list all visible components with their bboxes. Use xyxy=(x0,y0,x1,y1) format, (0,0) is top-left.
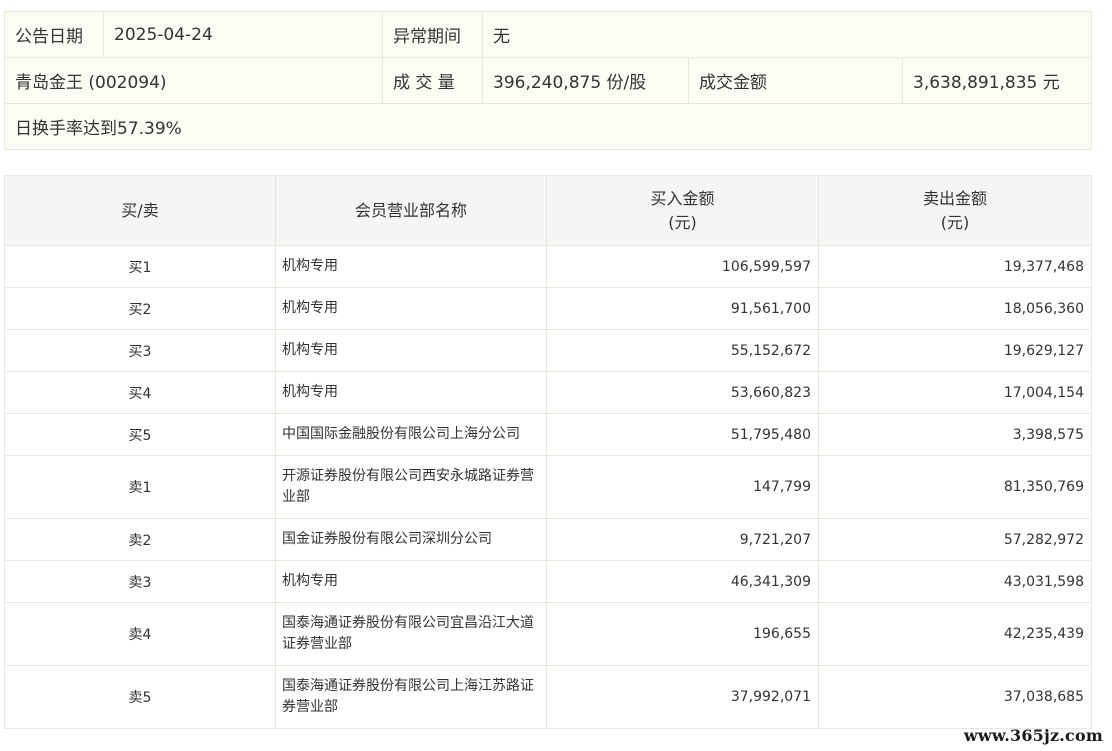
row-side: 买1 xyxy=(4,245,276,288)
row-sell-amount: 81,350,769 xyxy=(818,455,1092,519)
header-sell-title: 卖出金额 xyxy=(922,188,987,208)
row-side: 卖1 xyxy=(4,455,276,519)
table-row: 买5 中国国际金融股份有限公司上海分公司 51,795,480 3,398,57… xyxy=(4,413,1092,456)
table-row: 卖2 国金证券股份有限公司深圳分公司 9,721,207 57,282,972 xyxy=(4,518,1092,561)
row-member: 机构专用 xyxy=(275,371,547,414)
row-member: 国金证券股份有限公司深圳分公司 xyxy=(275,518,547,561)
row-buy-amount: 91,561,700 xyxy=(546,287,819,330)
row-sell-amount: 18,056,360 xyxy=(818,287,1092,330)
row-buy-amount: 106,599,597 xyxy=(546,245,819,288)
amount-value: 3,638,891,835 元 xyxy=(901,57,1093,104)
table-row: 买3 机构专用 55,152,672 19,629,127 xyxy=(4,329,1092,372)
row-sell-amount: 57,282,972 xyxy=(818,518,1092,561)
info-row-trade: 青岛金王 (002094) 成 交 量 396,240,875 份/股 成交金额… xyxy=(4,57,1093,104)
row-member: 中国国际金融股份有限公司上海分公司 xyxy=(275,413,547,456)
table-row: 买2 机构专用 91,561,700 18,056,360 xyxy=(4,287,1092,330)
row-sell-amount: 19,377,468 xyxy=(818,245,1092,288)
row-side: 买5 xyxy=(4,413,276,456)
volume-label: 成 交 量 xyxy=(382,57,483,104)
table-row: 卖3 机构专用 46,341,309 43,031,598 xyxy=(4,560,1092,603)
row-member: 国泰海通证券股份有限公司上海江苏路证券营业部 xyxy=(275,665,547,729)
info-row-date: 公告日期 2025-04-24 异常期间 无 xyxy=(4,11,1093,58)
row-sell-amount: 19,629,127 xyxy=(818,329,1092,372)
row-member: 机构专用 xyxy=(275,245,547,288)
table-header-row: 买/卖 会员营业部名称 买入金额 (元) 卖出金额 (元) xyxy=(4,175,1092,246)
row-buy-amount: 147,799 xyxy=(546,455,819,519)
table-row: 卖4 国泰海通证券股份有限公司宜昌沿江大道证券营业部 196,655 42,23… xyxy=(4,602,1092,666)
header-buy-title: 买入金额 xyxy=(650,188,715,208)
row-side: 买3 xyxy=(4,329,276,372)
row-sell-amount: 37,038,685 xyxy=(818,665,1092,729)
table-row: 买4 机构专用 53,660,823 17,004,154 xyxy=(4,371,1092,414)
row-buy-amount: 53,660,823 xyxy=(546,371,819,414)
row-buy-amount: 37,992,071 xyxy=(546,665,819,729)
row-sell-amount: 3,398,575 xyxy=(818,413,1092,456)
volume-value: 396,240,875 份/股 xyxy=(482,57,689,104)
header-sell-unit: (元) xyxy=(940,212,970,232)
row-side: 卖4 xyxy=(4,602,276,666)
row-buy-amount: 9,721,207 xyxy=(546,518,819,561)
row-sell-amount: 42,235,439 xyxy=(818,602,1092,666)
stock-name: 青岛金王 (002094) xyxy=(4,57,383,104)
row-side: 买2 xyxy=(4,287,276,330)
listing-reason: 日换手率达到57.39% xyxy=(3,103,1093,150)
announce-date-value: 2025-04-24 xyxy=(103,11,383,58)
header-sell-amount: 卖出金额 (元) xyxy=(818,175,1092,246)
row-member: 机构专用 xyxy=(275,560,547,603)
announce-date-label: 公告日期 xyxy=(4,11,104,58)
row-member: 国泰海通证券股份有限公司宜昌沿江大道证券营业部 xyxy=(275,602,547,666)
row-side: 卖2 xyxy=(4,518,276,561)
stock-info-table: 公告日期 2025-04-24 异常期间 无 青岛金王 (002094) 成 交… xyxy=(3,11,1093,150)
abnormal-period-label: 异常期间 xyxy=(382,11,483,58)
amount-label: 成交金额 xyxy=(688,57,903,104)
header-member: 会员营业部名称 xyxy=(275,175,547,246)
row-sell-amount: 17,004,154 xyxy=(818,371,1092,414)
header-side: 买/卖 xyxy=(4,175,276,246)
row-side: 买4 xyxy=(4,371,276,414)
row-buy-amount: 55,152,672 xyxy=(546,329,819,372)
row-sell-amount: 43,031,598 xyxy=(818,560,1092,603)
header-buy-unit: (元) xyxy=(668,212,697,232)
row-member: 机构专用 xyxy=(275,329,547,372)
row-member: 开源证券股份有限公司西安永城路证券营业部 xyxy=(275,455,547,519)
header-buy-amount: 买入金额 (元) xyxy=(546,175,819,246)
table-row: 卖1 开源证券股份有限公司西安永城路证券营业部 147,799 81,350,7… xyxy=(4,455,1092,519)
dragon-tiger-table: 买/卖 会员营业部名称 买入金额 (元) 卖出金额 (元) 买1 机构专用 10… xyxy=(4,175,1092,729)
row-buy-amount: 51,795,480 xyxy=(546,413,819,456)
info-row-reason: 日换手率达到57.39% xyxy=(3,103,1093,150)
table-row: 卖5 国泰海通证券股份有限公司上海江苏路证券营业部 37,992,071 37,… xyxy=(4,665,1092,729)
site-watermark: www.365jz.com xyxy=(963,726,1103,745)
abnormal-period-value: 无 xyxy=(481,11,1093,58)
row-buy-amount: 46,341,309 xyxy=(546,560,819,603)
row-buy-amount: 196,655 xyxy=(546,602,819,666)
row-member: 机构专用 xyxy=(275,287,547,330)
row-side: 卖5 xyxy=(4,665,276,729)
table-row: 买1 机构专用 106,599,597 19,377,468 xyxy=(4,245,1092,288)
row-side: 卖3 xyxy=(4,560,276,603)
